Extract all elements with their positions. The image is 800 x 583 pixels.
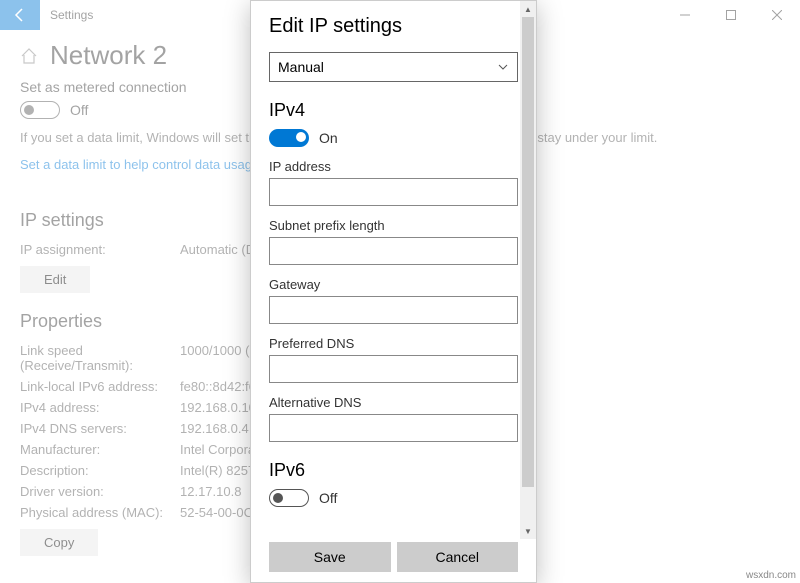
property-key: Physical address (MAC): [20,505,180,520]
minimize-button[interactable] [662,0,708,30]
ipv6-toggle-row: Off [269,489,518,507]
metered-toggle[interactable] [20,101,60,119]
property-key: Driver version: [20,484,180,499]
property-key: Description: [20,463,180,478]
property-key: Link-local IPv6 address: [20,379,180,394]
arrow-left-icon [12,7,28,23]
minimize-icon [680,10,690,20]
metered-state: Off [70,102,88,118]
ipv6-toggle[interactable] [269,489,309,507]
property-key: IPv4 DNS servers: [20,421,180,436]
property-key: Manufacturer: [20,442,180,457]
edit-button[interactable]: Edit [20,266,90,293]
scroll-down-icon[interactable]: ▼ [520,523,536,539]
mode-value: Manual [278,59,324,75]
scroll-thumb[interactable] [522,17,534,487]
maximize-button[interactable] [708,0,754,30]
chevron-down-icon [497,61,509,73]
alternative-dns-input[interactable] [269,414,518,442]
gateway-input[interactable] [269,296,518,324]
scroll-up-icon[interactable]: ▲ [520,1,536,17]
subnet-input[interactable] [269,237,518,265]
close-icon [772,10,782,20]
page-title: Network 2 [50,40,167,71]
ipv4-toggle[interactable] [269,129,309,147]
ipv4-heading: IPv4 [269,100,518,121]
home-icon [20,47,38,65]
ipv4-toggle-row: On [269,129,518,147]
ipv4-state: On [319,130,338,146]
dialog-buttons: Save Cancel [251,539,536,582]
preferred-dns-label: Preferred DNS [269,336,518,351]
subnet-label: Subnet prefix length [269,218,518,233]
alternative-dns-label: Alternative DNS [269,395,518,410]
watermark: wsxdn.com [746,570,796,581]
dialog-title: Edit IP settings [269,15,518,38]
ipv6-state: Off [319,490,337,506]
close-button[interactable] [754,0,800,30]
window-controls [662,0,800,30]
gateway-label: Gateway [269,277,518,292]
property-key: IPv4 address: [20,400,180,415]
copy-button[interactable]: Copy [20,529,98,556]
preferred-dns-input[interactable] [269,355,518,383]
back-button[interactable] [0,0,40,30]
cancel-button[interactable]: Cancel [397,542,519,572]
ipv6-heading: IPv6 [269,460,518,481]
save-button[interactable]: Save [269,542,391,572]
mode-select[interactable]: Manual [269,52,518,82]
edit-ip-dialog: Edit IP settings Manual IPv4 On IP addre… [250,0,537,583]
ip-address-input[interactable] [269,178,518,206]
app-title: Settings [40,8,93,22]
maximize-icon [726,10,736,20]
property-key: Link speed (Receive/Transmit): [20,343,180,373]
ip-address-label: IP address [269,159,518,174]
dialog-scrollbar[interactable]: ▲ ▼ [520,1,536,539]
ip-assignment-label: IP assignment: [20,242,180,257]
dialog-body: Edit IP settings Manual IPv4 On IP addre… [251,1,536,539]
